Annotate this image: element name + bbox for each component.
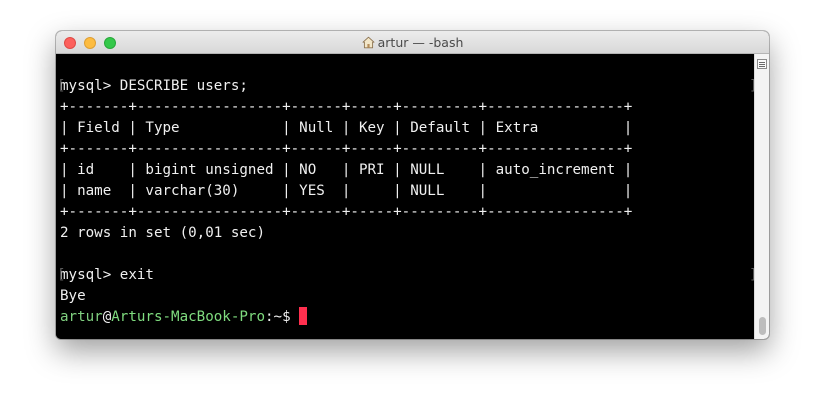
- line-mark-left: [: [57, 78, 66, 94]
- vertical-scrollbar[interactable]: [754, 54, 769, 339]
- list-icon[interactable]: [757, 59, 767, 69]
- prompt-host: Arturs-MacBook-Pro: [111, 309, 266, 325]
- terminal-line: Bye: [60, 286, 754, 307]
- prompt-suffix: :~$: [265, 309, 291, 325]
- terminal-line: +-------+-----------------+------+-----+…: [60, 139, 754, 160]
- terminal-line-text: Bye: [60, 288, 86, 304]
- terminal-line-text: mysql> DESCRIBE users;: [60, 78, 248, 94]
- terminal-line: []mysql> exit: [57, 265, 758, 286]
- terminal-line-text: +-------+-----------------+------+-----+…: [60, 99, 633, 115]
- prompt-user: artur: [60, 309, 103, 325]
- terminal-line: | id | bigint unsigned | NO | PRI | NULL…: [60, 160, 754, 181]
- scrollbar-thumb[interactable]: [759, 317, 766, 335]
- terminal-window: artur — -bash []mysql> DESCRIBE users; +-…: [56, 31, 769, 339]
- terminal-output[interactable]: []mysql> DESCRIBE users; +-------+-------…: [56, 54, 758, 339]
- terminal-line: +-------+-----------------+------+-----+…: [60, 97, 754, 118]
- terminal-line-text: | name | varchar(30) | YES | | NULL | |: [60, 183, 633, 199]
- window-title-text: artur — -bash: [377, 35, 464, 50]
- prompt-line: artur@Arturs-MacBook-Pro:~$: [60, 307, 754, 328]
- terminal-line: | Field | Type | Null | Key | Default | …: [60, 118, 754, 139]
- terminal-line-text: +-------+-----------------+------+-----+…: [60, 204, 633, 220]
- terminal-line: []mysql> DESCRIBE users;: [57, 76, 758, 97]
- title-bar[interactable]: artur — -bash: [56, 31, 769, 54]
- terminal-line: 2 rows in set (0,01 sec): [60, 223, 754, 244]
- terminal-line: | name | varchar(30) | YES | | NULL | |: [60, 181, 754, 202]
- terminal-line: +-------+-----------------+------+-----+…: [60, 202, 754, 223]
- terminal-line-text: | Field | Type | Null | Key | Default | …: [60, 120, 633, 136]
- terminal-line-text: +-------+-----------------+------+-----+…: [60, 141, 633, 157]
- terminal-line-text: mysql> exit: [60, 267, 154, 283]
- home-icon: [362, 36, 375, 49]
- text-cursor: [298, 307, 307, 325]
- line-mark-left: [: [57, 267, 66, 283]
- terminal-line-text: | id | bigint unsigned | NO | PRI | NULL…: [60, 162, 633, 178]
- prompt-at: @: [102, 309, 112, 325]
- terminal-line-text: 2 rows in set (0,01 sec): [60, 225, 265, 241]
- window-title: artur — -bash: [56, 35, 769, 51]
